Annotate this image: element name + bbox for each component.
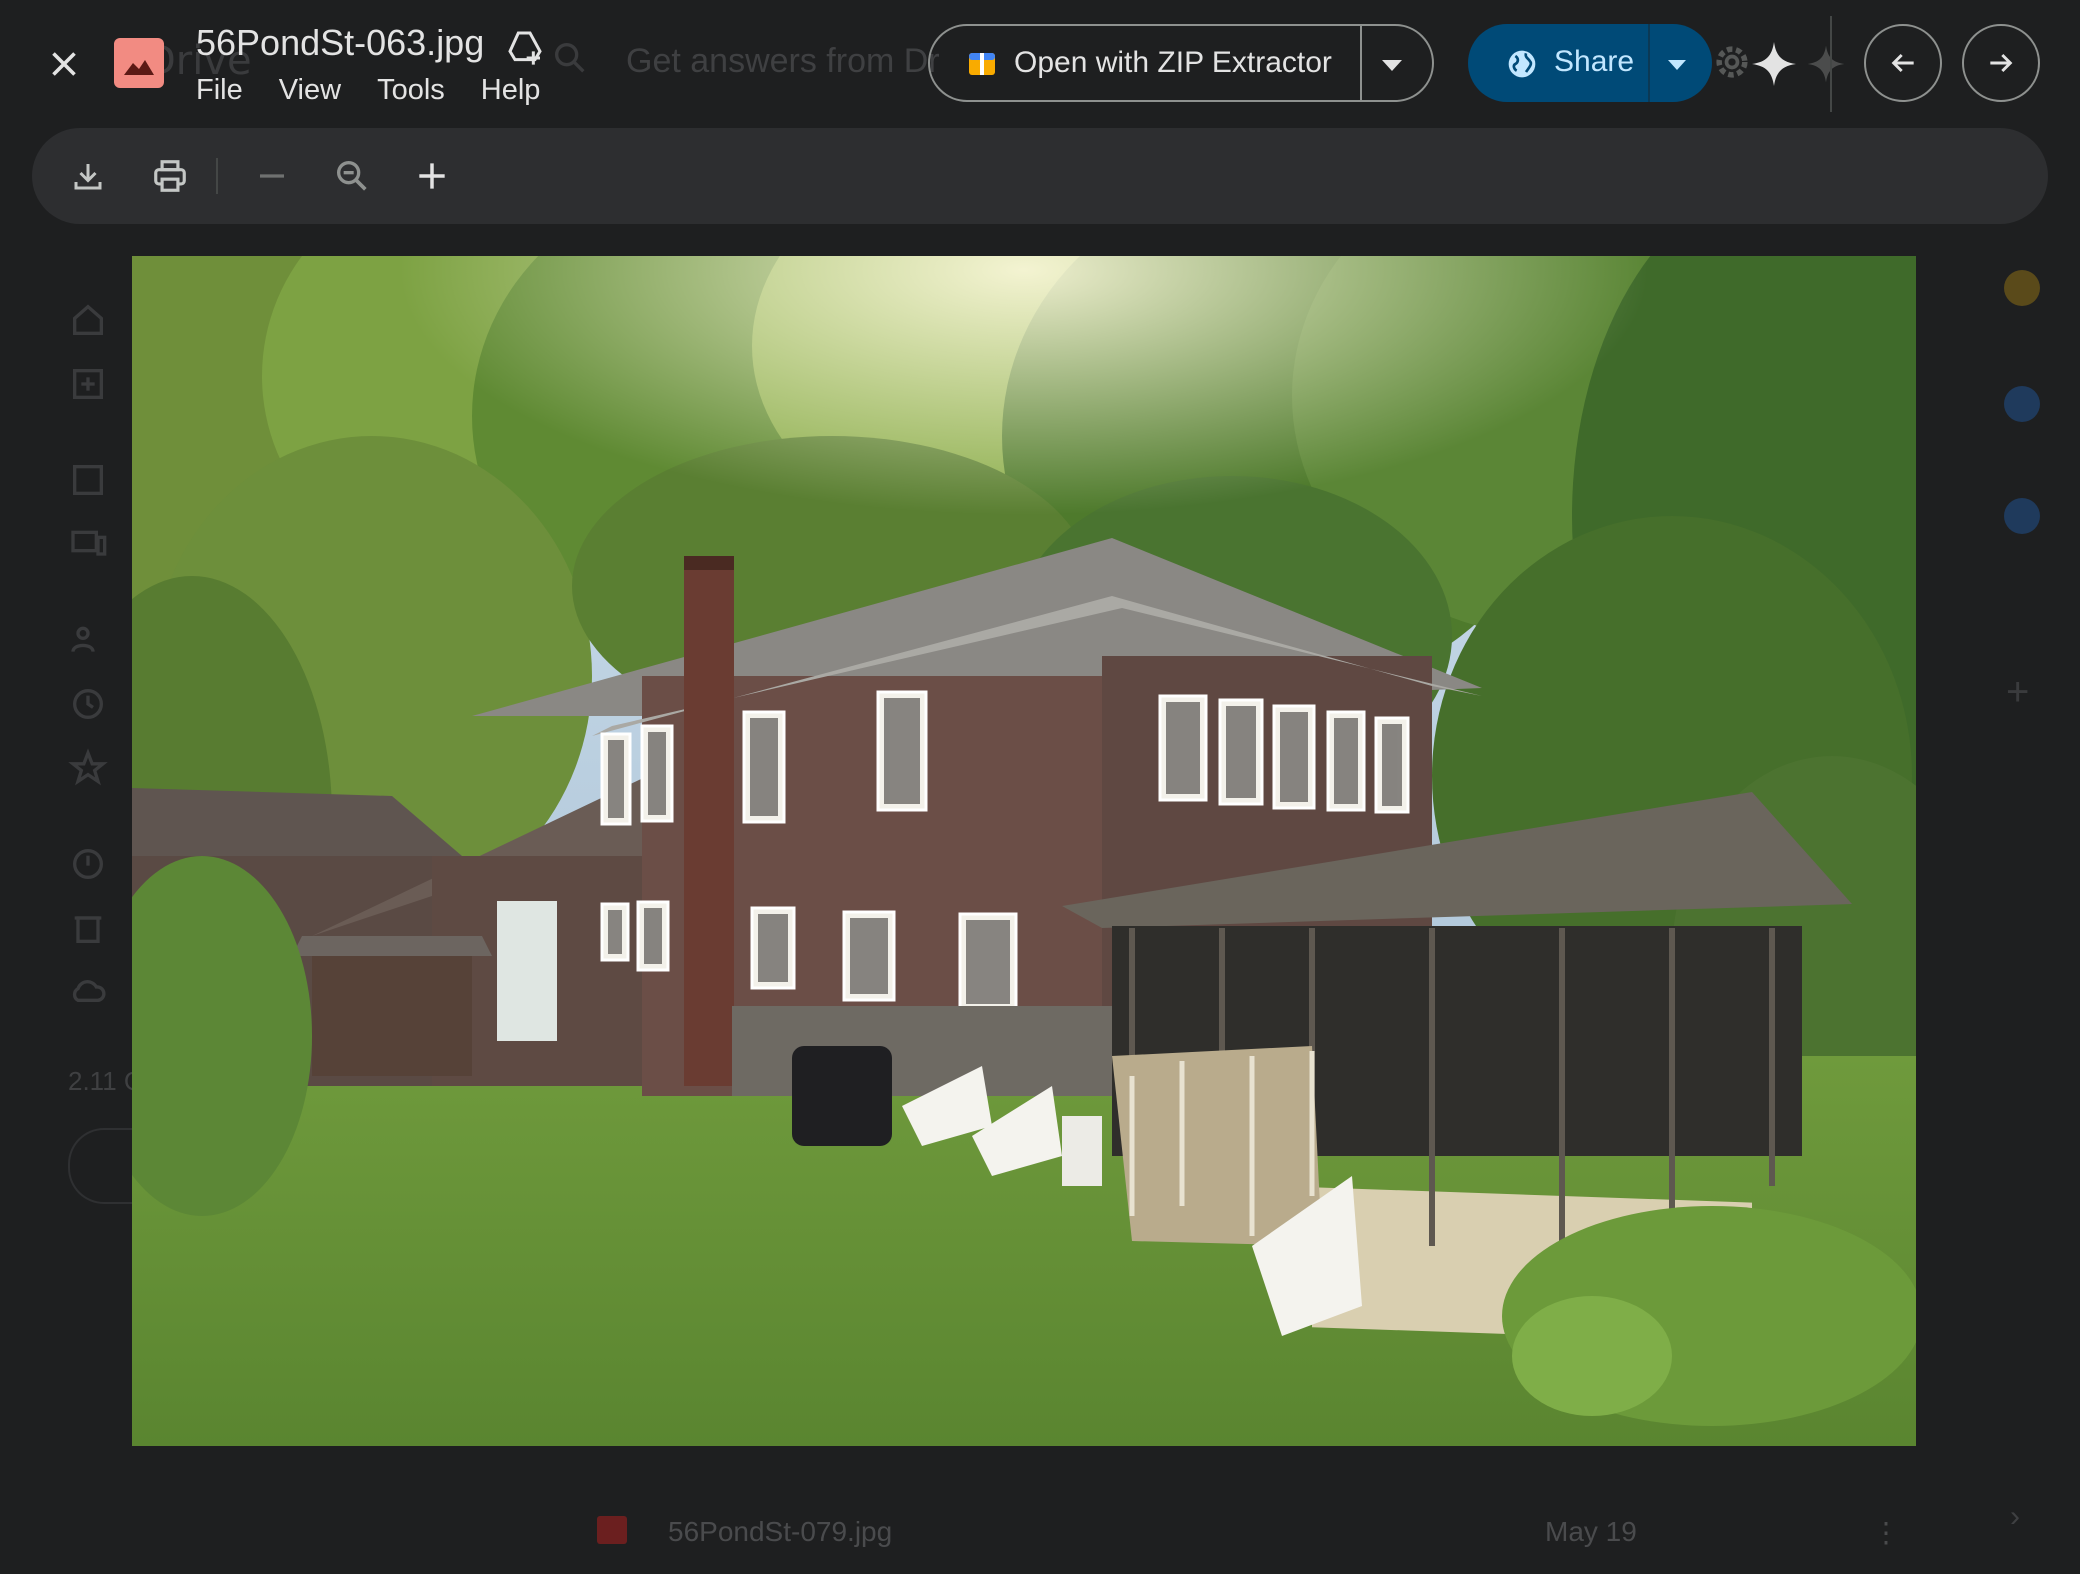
image-preview xyxy=(132,256,1916,1446)
open-with-button[interactable]: Open with ZIP Extractor xyxy=(928,24,1434,102)
zip-extractor-icon xyxy=(969,53,995,75)
viewer-toolbar xyxy=(32,128,2048,224)
menu-view[interactable]: View xyxy=(279,74,341,107)
file-name-title: 56PondSt-063.jpg xyxy=(196,22,485,63)
menu-file[interactable]: File xyxy=(196,74,243,107)
storage-icon xyxy=(72,980,106,1002)
tasks-icon xyxy=(2004,386,2040,422)
trash-icon xyxy=(74,916,102,943)
zoom-in-icon xyxy=(419,163,445,189)
chimney xyxy=(684,556,734,1086)
arrow-right-icon xyxy=(1990,53,2013,73)
contacts-icon xyxy=(2004,498,2040,534)
zoom-in-button[interactable] xyxy=(410,154,454,198)
computers-icon xyxy=(71,530,107,556)
viewer-menu-bar: File View Tools Help xyxy=(196,74,576,107)
open-with-label: Open with ZIP Extractor xyxy=(1014,46,1332,79)
zoom-icon xyxy=(337,161,367,191)
print-button[interactable] xyxy=(148,154,192,198)
share-divider xyxy=(1648,24,1650,102)
menu-tools[interactable]: Tools xyxy=(377,74,445,107)
download-icon xyxy=(74,164,102,190)
zoom-out-button[interactable] xyxy=(250,154,294,198)
add-addon-icon: + xyxy=(2006,670,2030,714)
search-placeholder: Get answers from Dr xyxy=(626,42,940,80)
file-row-date: May 19 xyxy=(1545,1516,1637,1547)
share-button[interactable]: Share xyxy=(1468,24,1712,102)
share-label: Share xyxy=(1554,45,1635,78)
add-to-drive-icon[interactable] xyxy=(504,28,546,68)
close-icon xyxy=(52,52,76,76)
sparkle-icon xyxy=(1807,45,1845,83)
gear-icon xyxy=(1716,46,1748,78)
zoom-button[interactable] xyxy=(330,154,374,198)
spam-icon xyxy=(73,849,103,879)
shared-icon xyxy=(71,626,95,653)
share-dropdown-icon[interactable] xyxy=(1668,60,1686,70)
image-file-icon xyxy=(114,38,164,88)
activity-icon xyxy=(73,369,103,399)
globe-icon xyxy=(1508,50,1536,78)
print-icon xyxy=(154,160,186,192)
recent-icon xyxy=(73,689,103,719)
menu-help[interactable]: Help xyxy=(481,74,541,107)
file-row-name: 56PondSt-079.jpg xyxy=(668,1516,893,1547)
download-button[interactable] xyxy=(66,154,110,198)
arrow-left-icon xyxy=(1891,53,1914,73)
close-viewer-button[interactable] xyxy=(36,36,92,92)
open-with-divider xyxy=(1360,26,1362,100)
search-icon xyxy=(555,43,585,73)
file-list-row: 56PondSt-079.jpg May 19 ⋮ xyxy=(592,1510,1900,1560)
next-file-button[interactable] xyxy=(1962,24,2040,102)
home-icon xyxy=(73,304,103,335)
my-drive-icon xyxy=(73,465,103,495)
more-options-icon: ⋮ xyxy=(1872,1517,1900,1548)
chevron-right-icon: › xyxy=(2010,1500,2020,1533)
house-backyard-photo xyxy=(132,256,1916,1446)
zoom-out-icon xyxy=(260,174,284,178)
header-divider xyxy=(1830,16,1832,112)
sparkle-icon[interactable] xyxy=(1750,40,1798,88)
starred-icon xyxy=(68,748,108,786)
previous-file-button[interactable] xyxy=(1864,24,1942,102)
open-with-dropdown-icon[interactable] xyxy=(1382,60,1402,71)
toolbar-divider xyxy=(216,158,218,194)
keep-icon xyxy=(2004,270,2040,306)
back-door xyxy=(497,901,557,1041)
image-file-icon xyxy=(597,1516,627,1544)
